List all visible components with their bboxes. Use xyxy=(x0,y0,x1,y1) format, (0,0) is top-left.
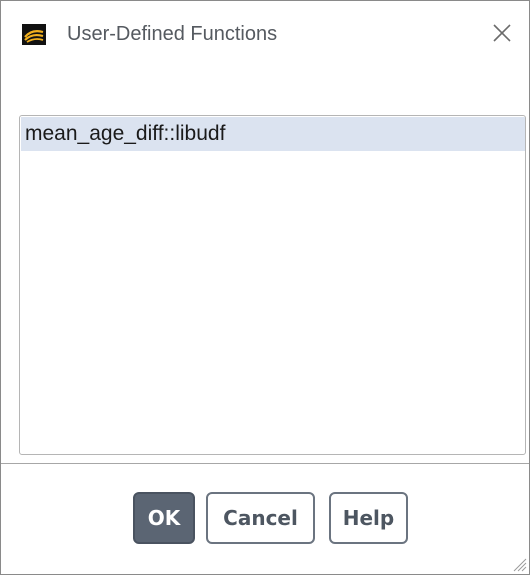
udf-list[interactable]: mean_age_diff::libudf xyxy=(19,115,526,455)
ok-button[interactable]: OK xyxy=(133,492,195,544)
cancel-button[interactable]: Cancel xyxy=(206,492,315,544)
help-button[interactable]: Help xyxy=(329,492,408,544)
close-icon[interactable] xyxy=(488,19,516,47)
list-item[interactable]: mean_age_diff::libudf xyxy=(21,117,525,151)
title-bar[interactable]: User-Defined Functions xyxy=(1,1,529,67)
udf-dialog: User-Defined Functions mean_age_diff::li… xyxy=(0,0,530,575)
resize-grip-icon[interactable] xyxy=(509,554,527,572)
window-title: User-Defined Functions xyxy=(67,23,278,45)
divider xyxy=(1,463,529,464)
fluent-app-icon xyxy=(22,24,46,45)
